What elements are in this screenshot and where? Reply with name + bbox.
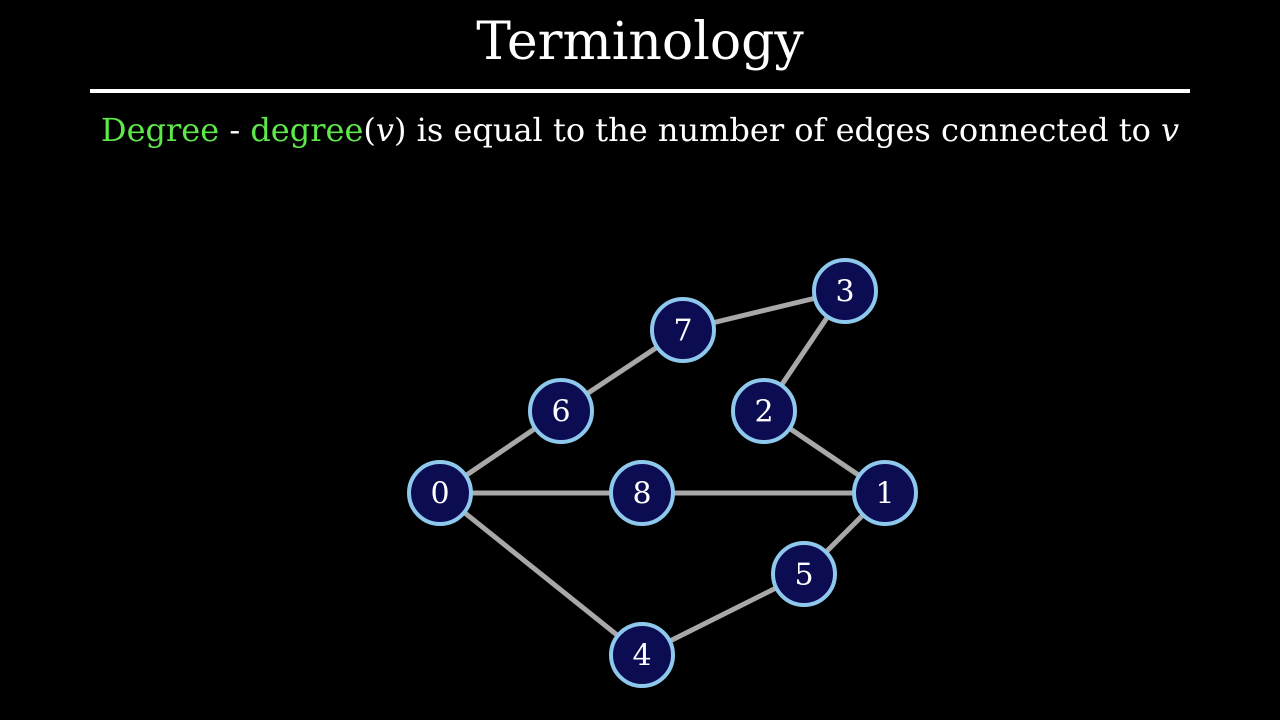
- nodes-layer: 0 1 2 3 4 5 6 7 8: [407, 258, 918, 688]
- edge-4-0: [437, 490, 645, 658]
- node-3: 3: [812, 258, 878, 324]
- node-label-2: 2: [754, 395, 773, 430]
- node-label-8: 8: [632, 477, 651, 512]
- node-label-7: 7: [673, 314, 692, 349]
- node-5: 5: [771, 541, 837, 607]
- node-label-1: 1: [875, 477, 894, 512]
- node-2: 2: [731, 378, 797, 444]
- node-label-6: 6: [551, 395, 570, 430]
- node-0: 0: [407, 460, 473, 526]
- node-label-3: 3: [835, 275, 854, 310]
- node-8: 8: [609, 460, 675, 526]
- node-1: 1: [852, 460, 918, 526]
- node-label-4: 4: [632, 639, 651, 674]
- node-4: 4: [609, 622, 675, 688]
- node-label-0: 0: [430, 477, 449, 512]
- node-label-5: 5: [794, 558, 813, 593]
- node-6: 6: [528, 378, 594, 444]
- graph-diagram: 0 1 2 3 4 5 6 7 8: [407, 258, 918, 688]
- node-7: 7: [650, 297, 716, 363]
